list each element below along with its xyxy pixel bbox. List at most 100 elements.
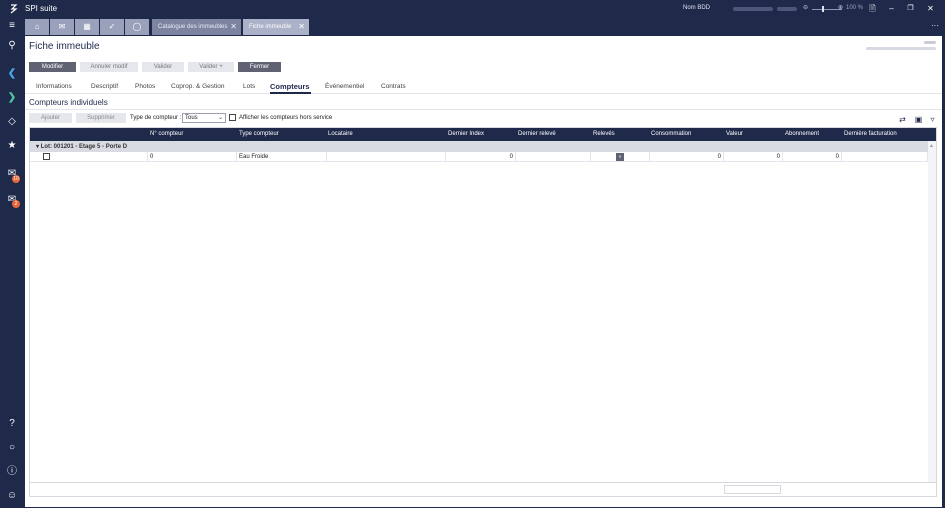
main-content: Fiche immeuble Modifier Annuler modif Va… xyxy=(25,36,942,507)
grid-header: N° compteur Type compteur Locataire Dern… xyxy=(30,128,936,141)
page-title: Fiche immeuble xyxy=(29,41,100,52)
tab-fiche-immeuble[interactable]: Fiche immeuble ✕ xyxy=(243,19,309,35)
row-select-cell xyxy=(30,152,148,162)
group-text: Lot: 001201 - Etage 5 - Porte D xyxy=(40,144,128,150)
info-icon[interactable]: ⓘ xyxy=(6,466,18,478)
type-compteur-label: Type de compteur : xyxy=(130,115,182,121)
section-tabs: Informations Descriptif Photos Coprop. &… xyxy=(25,78,942,94)
search-icon[interactable]: ⚲ xyxy=(6,40,18,52)
cell-dernier-index[interactable]: 0 xyxy=(446,152,516,162)
document-icon[interactable]: 🗎 xyxy=(868,4,877,13)
hors-service-label: Afficher les compteurs hors service xyxy=(239,115,333,121)
section-title: Compteurs individuels xyxy=(29,98,108,107)
vertical-scrollbar[interactable]: ▲ xyxy=(928,141,936,482)
col-consommation[interactable]: Consommation xyxy=(651,131,691,137)
divider xyxy=(25,109,942,110)
more-options-icon[interactable]: ··· xyxy=(931,21,939,30)
mail-icon[interactable]: ✉ xyxy=(50,19,74,35)
tab-informations[interactable]: Informations xyxy=(36,83,72,90)
cell-valeur[interactable]: 0 xyxy=(724,152,783,162)
title-bar: SPI suite Nom BDD ⊖ ⊕ 100 % 🗎 – ❐ ✕ xyxy=(0,0,945,18)
type-compteur-select[interactable]: Tous ⌄ xyxy=(182,113,226,123)
redacted-info xyxy=(924,41,936,44)
zoom-level: 100 % xyxy=(846,5,864,11)
col-locataire[interactable]: Locataire xyxy=(328,131,353,137)
footer-summary-field xyxy=(724,485,781,494)
grid-footer xyxy=(29,483,937,497)
restore-icon[interactable]: ❐ xyxy=(906,4,915,13)
col-releves[interactable]: Relevés xyxy=(593,131,615,137)
cell-dernier-releve[interactable] xyxy=(516,152,591,162)
releves-button[interactable]: » xyxy=(616,153,624,161)
check-icon[interactable]: ✓ xyxy=(100,19,124,35)
group-row[interactable]: ▾ Lot: 001201 - Etage 5 - Porte D xyxy=(30,141,928,152)
export-icon[interactable]: ⇄ xyxy=(898,115,907,124)
select-value: Tous xyxy=(185,115,198,121)
tab-photos[interactable]: Photos xyxy=(135,83,155,90)
tab-compteurs[interactable]: Compteurs xyxy=(270,82,310,91)
close-tab-icon[interactable]: ✕ xyxy=(298,19,305,35)
hamburger-menu-icon[interactable]: ≡ xyxy=(6,20,18,32)
close-icon[interactable]: ✕ xyxy=(926,4,935,13)
minimize-icon[interactable]: – xyxy=(887,4,896,13)
chevron-right-icon[interactable]: ❯ xyxy=(6,92,18,104)
cell-numero[interactable]: 0 xyxy=(148,152,237,162)
cell-locataire[interactable] xyxy=(327,152,446,162)
calendar-icon[interactable]: ▦ xyxy=(75,19,99,35)
chevron-down-icon: ⌄ xyxy=(217,115,223,121)
col-type[interactable]: Type compteur xyxy=(239,131,279,137)
user-icon[interactable]: ☺ xyxy=(6,490,18,502)
cell-type[interactable]: Eau Froide xyxy=(237,152,327,162)
tab-descriptif[interactable]: Descriptif xyxy=(91,83,118,90)
cell-abonnement[interactable]: 0 xyxy=(783,152,842,162)
scroll-up-icon[interactable]: ▲ xyxy=(929,143,934,149)
zoom-slider-thumb[interactable] xyxy=(822,6,824,12)
database-name-redacted xyxy=(733,7,773,11)
cell-consommation[interactable]: 0 xyxy=(650,152,724,162)
hors-service-checkbox[interactable] xyxy=(229,114,236,121)
chevron-left-icon[interactable]: ❮ xyxy=(6,68,18,80)
table-row[interactable]: 0 Eau Froide 0 » 0 0 0 xyxy=(30,152,928,162)
close-tab-icon[interactable]: ✕ xyxy=(230,19,237,35)
filter-icon[interactable]: ▿ xyxy=(928,115,937,124)
valider-plus-button[interactable]: Valider + xyxy=(188,62,234,72)
col-dernier-index[interactable]: Dernier Index xyxy=(448,131,484,137)
fermer-button[interactable]: Fermer xyxy=(238,62,281,72)
star-icon[interactable]: ★ xyxy=(6,140,18,152)
annuler-modif-button[interactable]: Annuler modif xyxy=(80,62,138,72)
code-diamond-icon[interactable]: ◇ xyxy=(6,116,18,128)
tab-evenementiel[interactable]: Événementiel xyxy=(325,83,364,90)
ajouter-button[interactable]: Ajouter xyxy=(29,113,72,123)
modifier-button[interactable]: Modifier xyxy=(29,62,76,72)
col-valeur[interactable]: Valeur xyxy=(726,131,743,137)
left-sidebar: ≡ ⚲ ❮ ❯ ◇ ★ ✉ 10 ✉ 2 ? ○ ⓘ ☺ xyxy=(0,18,24,508)
app-logo-icon xyxy=(10,4,18,14)
help-icon[interactable]: ? xyxy=(6,418,18,430)
home-icon[interactable]: ⌂ xyxy=(25,19,49,35)
zoom-out-button[interactable]: ⊖ xyxy=(803,4,808,11)
col-numero[interactable]: N° compteur xyxy=(150,131,183,137)
tab-label: Catalogue des immeubles xyxy=(158,24,228,30)
lightbulb-icon[interactable]: ○ xyxy=(6,442,18,454)
row-checkbox[interactable] xyxy=(43,153,50,160)
col-abonnement[interactable]: Abonnement xyxy=(785,131,819,137)
zoom-in-button[interactable]: ⊕ xyxy=(838,4,843,11)
col-derniere-facturation[interactable]: Dernière facturation xyxy=(844,131,897,137)
tab-coprop-gestion[interactable]: Coprop. & Gestion xyxy=(171,83,224,90)
cell-derniere-facturation[interactable] xyxy=(842,152,928,162)
chat-badge: 10 xyxy=(12,175,20,183)
bell-icon[interactable]: ◯ xyxy=(125,19,149,35)
mail-badge: 2 xyxy=(12,200,20,208)
valider-button[interactable]: Valider xyxy=(142,62,184,72)
col-dernier-releve[interactable]: Dernier relevé xyxy=(518,131,556,137)
tab-lots[interactable]: Lots xyxy=(243,83,255,90)
column-chooser-icon[interactable]: ▣ xyxy=(914,115,923,124)
tab-bar: ⌂ ✉ ▦ ✓ ◯ Catalogue des immeubles ✕ Fich… xyxy=(24,18,945,36)
tab-catalogue-immeubles[interactable]: Catalogue des immeubles ✕ xyxy=(152,19,241,35)
compteurs-grid: N° compteur Type compteur Locataire Dern… xyxy=(29,127,937,483)
supprimer-button[interactable]: Supprimer xyxy=(76,113,126,123)
tab-label: Fiche immeuble xyxy=(249,24,292,30)
database-label: Nom BDD xyxy=(683,5,711,11)
tab-contrats[interactable]: Contrats xyxy=(381,83,406,90)
redacted-info xyxy=(866,47,936,50)
